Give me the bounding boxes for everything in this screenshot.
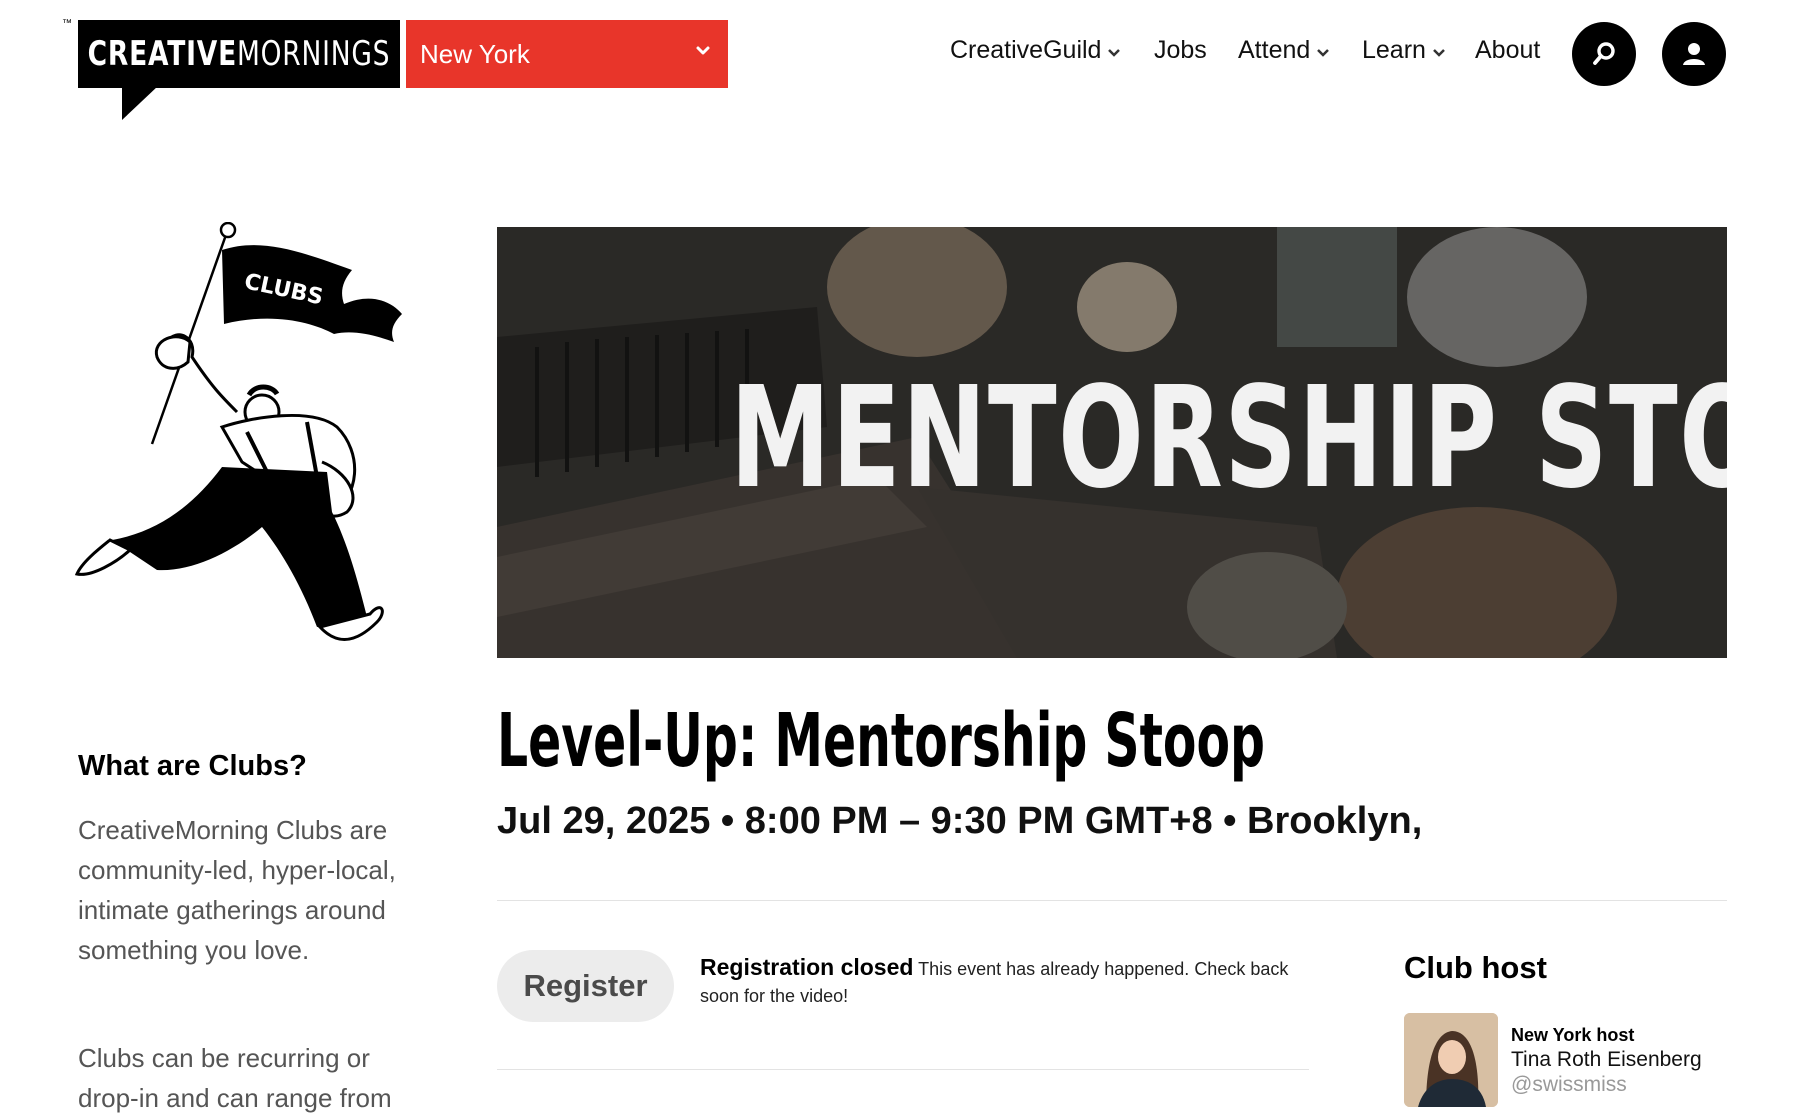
trademark-mark: ™ — [62, 18, 72, 29]
registration-status-title: Registration closed — [700, 954, 914, 980]
nav-attend-label: Attend — [1238, 36, 1311, 64]
chevron-down-icon — [1108, 48, 1121, 57]
logo-word-creative: CREATIVE — [87, 34, 238, 74]
nav-attend[interactable]: Attend — [1238, 36, 1330, 65]
event-hero-image: MENTORSHIP STOOP — [497, 227, 1727, 658]
nav-about-label: About — [1475, 36, 1541, 64]
divider — [497, 900, 1727, 901]
nav-jobs[interactable]: Jobs — [1154, 36, 1207, 65]
clubs-description: CreativeMorning Clubs are community-led,… — [78, 815, 396, 965]
nav-creativeguild[interactable]: CreativeGuild — [950, 36, 1121, 65]
register-button[interactable]: Register — [497, 950, 674, 1022]
host-handle[interactable]: @swissmiss — [1511, 1073, 1627, 1097]
search-button[interactable] — [1572, 22, 1636, 86]
hero-banner-text: MENTORSHIP STOOP — [497, 357, 1727, 520]
chevron-down-icon — [696, 46, 710, 55]
event-title: Level-Up: Mentorship Stoop — [497, 698, 1265, 784]
nav-learn[interactable]: Learn — [1362, 36, 1446, 65]
nav-learn-label: Learn — [1362, 36, 1426, 64]
logo-speech-tail — [122, 86, 158, 120]
city-select[interactable]: New York — [406, 20, 728, 88]
search-icon — [1593, 42, 1615, 65]
user-icon — [1683, 43, 1705, 65]
logo-word-mornings: MORNINGS — [237, 34, 391, 74]
host-role: New York host — [1511, 1025, 1635, 1045]
hero-banner-label: MENTORSHIP STOOP — [730, 357, 1727, 520]
account-button[interactable] — [1662, 22, 1726, 86]
host-avatar[interactable] — [1404, 1013, 1498, 1107]
divider — [497, 1069, 1309, 1070]
clubs-mascot-illustration: CLUBS — [74, 222, 402, 641]
event-datetime-location: Jul 29, 2025 • 8:00 PM – 9:30 PM GMT+8 •… — [497, 800, 1423, 842]
nav-jobs-label: Jobs — [1154, 36, 1207, 64]
chevron-down-icon — [1433, 48, 1445, 57]
club-host-heading: Club host — [1404, 950, 1547, 985]
creativemornings-logo[interactable]: CREATIVEMORNINGS — [78, 20, 400, 88]
registration-status: Registration closed This event has alrea… — [700, 954, 1320, 1010]
what-are-clubs-heading: What are Clubs? — [78, 750, 307, 782]
nav-about[interactable]: About — [1475, 36, 1540, 65]
host-name[interactable]: Tina Roth Eisenberg — [1511, 1048, 1702, 1072]
logo-wordmark: CREATIVEMORNINGS — [88, 34, 391, 74]
nav-creativeguild-label: CreativeGuild — [950, 36, 1102, 64]
host-portrait — [1404, 1013, 1498, 1107]
chevron-down-icon — [1317, 48, 1330, 57]
clubs-description-continued: Clubs can be recurring or drop-in and ca… — [78, 1043, 392, 1113]
city-select-value: New York — [420, 38, 530, 69]
